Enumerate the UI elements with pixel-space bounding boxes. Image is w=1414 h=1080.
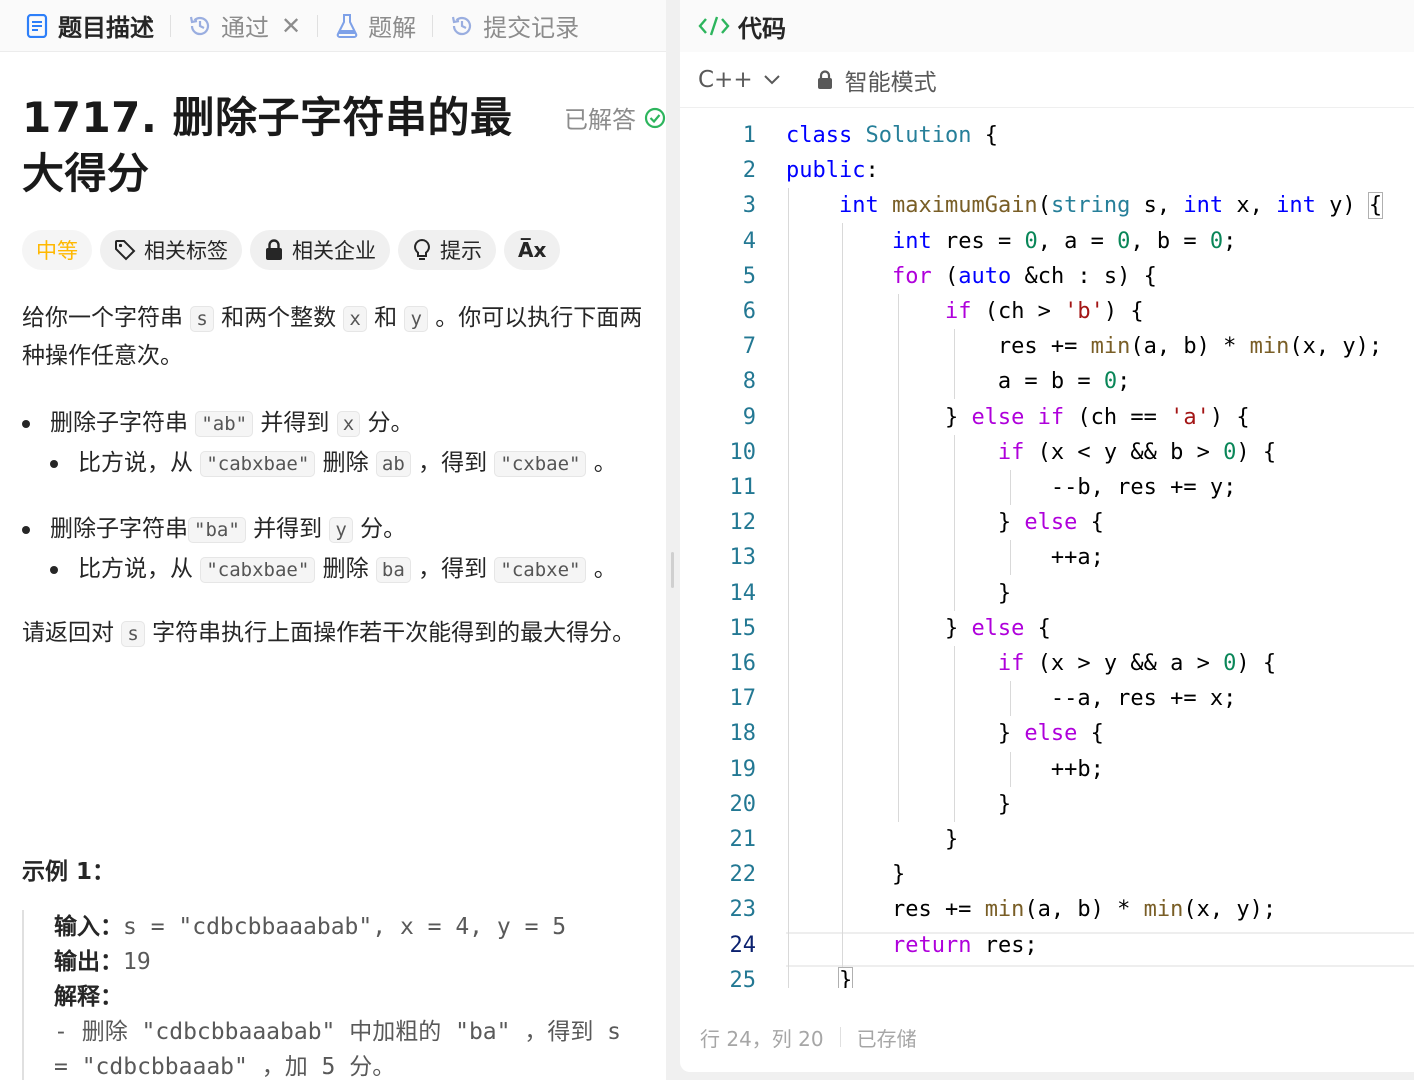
code-line: 9 } else if (ch == 'a') { [742,404,1250,430]
hint-chip[interactable]: 提示 [398,230,496,270]
translate-icon: A̅x [518,238,547,262]
problem-header: 1717. 删除子字符串的最大得分 已解答 [22,90,666,202]
check-circle-icon [644,107,666,128]
language-select[interactable]: C++ [698,67,781,93]
tab-divider [432,14,434,37]
code-line: 5 for (auto &ch : s) { [742,263,1157,289]
code-line: 18 } else { [729,721,1104,747]
return-paragraph: 请返回对 s 字符串执行上面操作若干次能得到的最大得分。 [22,620,636,647]
code-line: 7 res += min(a, b) * min(x, y); [742,334,1383,360]
example-title: 示例 1： [22,859,116,885]
translate-chip[interactable]: A̅x [504,230,561,270]
panel-resizer[interactable] [666,0,680,1080]
code-line: 19 ++b; [729,756,1104,782]
problem-description: 给你一个字符串 s 和两个整数 x 和 y 。你可以执行下面两种操作任意次。 删… [22,300,662,653]
code-line: 25 } [680,963,1414,988]
code-panel-header: 代码 [680,0,1414,52]
list-item: 删除子字符串 "ba" 并得到 y 分。 比方说，从 "cabxbae" 删除 b… [22,511,662,589]
code-line: 8 a = b = 0; [742,369,1131,395]
code-line: 21 } [729,827,959,852]
lock-icon [264,239,284,261]
list-item: 比方说，从 "cabxbae" 删除 ab ，得到 "cxbae" 。 [50,445,662,483]
solved-status: 已解答 [564,100,666,135]
close-icon[interactable]: ✕ [281,12,301,40]
code-editor[interactable]: 1 class Solution { 2 public: 3 int maximum… [680,118,1414,988]
resize-handle[interactable] [671,552,674,588]
code-panel: 代码 C++ 智能模式 1 class Solution { 2 public: 3… [680,0,1414,1072]
cursor-position: 行 24，列 20 [700,1026,824,1051]
code-line: 16 if (x > y && a > 0) { [729,651,1277,676]
history-icon [449,13,475,39]
example-block: 输入：s = "cdbcbbaaabab", x = 4, y = 5 输出：1… [22,910,662,1080]
description-paragraph: 给你一个字符串 s 和两个整数 x 和 y 。你可以执行下面两种操作任意次。 [22,305,643,369]
document-icon [24,13,50,39]
code-line: 11 --b, res += y; [729,475,1237,500]
list-item: 比方说，从 "cabxbae" 删除 ba ，得到 "cabxe" 。 [50,551,662,589]
code-line: 3 int maximumGain(string s, int x, int y… [742,192,1384,220]
code-line: 4 int res = 0, a = 0, b = 0; [742,228,1237,254]
tab-submissions[interactable]: 提交记录 [441,0,587,52]
related-tags-chip[interactable]: 相关标签 [100,230,242,270]
editor-status-bar: 行 24，列 20 已存储 [680,1016,1414,1058]
code-icon [698,14,730,38]
tab-accepted[interactable]: 通过 ✕ [179,0,309,52]
tab-description[interactable]: 题目描述 [16,0,162,52]
tab-solutions[interactable]: 题解 [326,0,424,52]
problem-panel: 题目描述 通过 ✕ 题解 提交记录 1717. 删除子字符串的最大得分 已解答 … [0,0,666,1080]
editor-toolbar: C++ 智能模式 [680,52,1414,108]
code-line: 23 res += min(a, b) * min(x, y); [729,897,1277,923]
lock-icon [817,69,832,89]
code-line: 17 --a, res += x; [729,686,1237,712]
code-line: 15 } else { [729,615,1051,641]
history-icon [187,13,213,39]
flask-icon [334,13,360,39]
code-line: 1 class Solution { [742,123,998,148]
operations-list: 删除子字符串 "ab" 并得到 x 分。 比方说，从 "cabxbae" 删除 … [22,405,662,589]
code-line: 22 } [729,862,906,888]
tag-icon [114,239,136,261]
save-status: 已存储 [856,1026,917,1051]
tab-divider [170,14,171,37]
chevron-down-icon [763,74,780,84]
smart-mode-toggle[interactable]: 智能模式 [817,63,937,97]
code-line: 2 public: [742,158,879,184]
code-line: 14 } [729,580,1012,606]
related-companies-chip[interactable]: 相关企业 [250,230,390,270]
code-line: 10 if (x < y && b > 0) { [729,439,1277,465]
tab-divider [317,14,319,37]
list-item: 删除子字符串 "ab" 并得到 x 分。 比方说，从 "cabxbae" 删除 … [22,405,662,483]
code-line: 6 if (ch > 'b') { [742,299,1144,324]
code-line: 12 } else { [729,510,1104,536]
lightbulb-icon [412,238,432,262]
problem-title[interactable]: 1717. 删除子字符串的最大得分 [22,90,552,202]
left-tab-bar: 题目描述 通过 ✕ 题解 提交记录 [0,0,666,52]
code-line: 20 } [729,791,1012,817]
problem-chips: 中等 相关标签 相关企业 提示 A̅x [22,230,561,270]
code-line: 13 ++a; [729,545,1104,571]
difficulty-badge: 中等 [22,230,92,270]
status-divider [839,1027,841,1047]
code-line: 24 return res; [729,932,1038,958]
